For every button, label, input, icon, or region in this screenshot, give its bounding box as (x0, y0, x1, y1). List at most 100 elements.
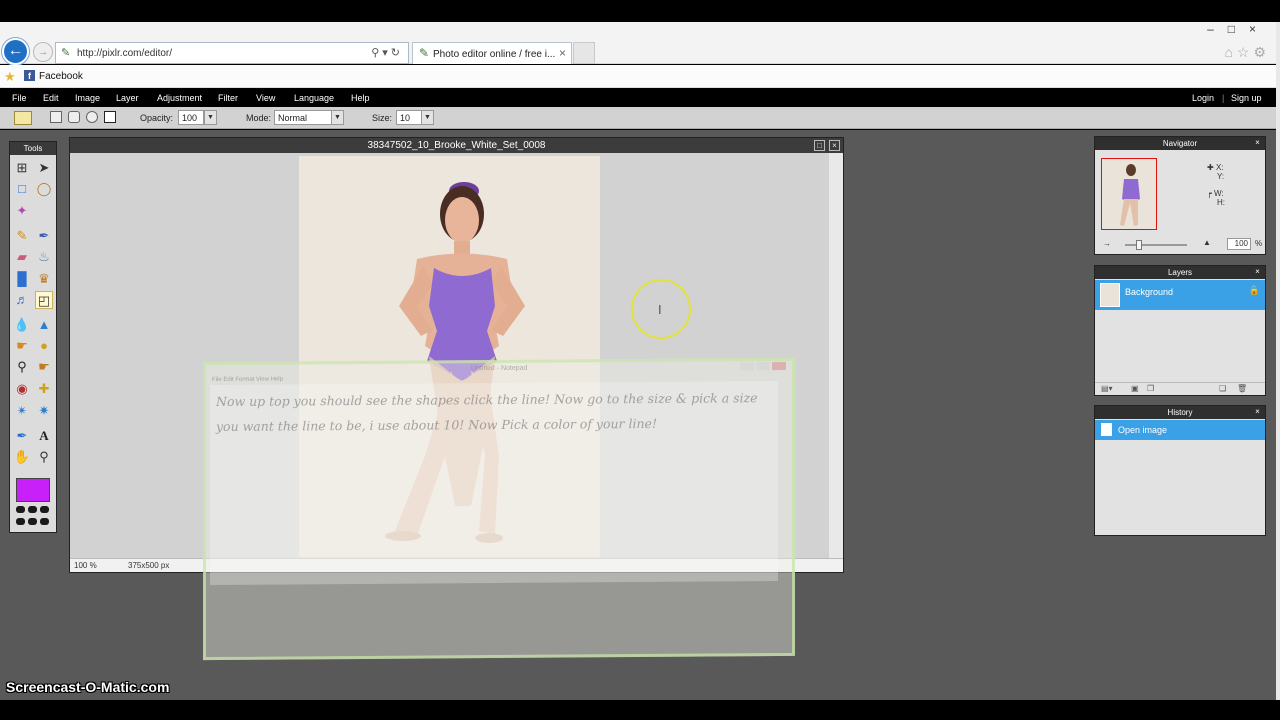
history-header: History × (1095, 406, 1265, 419)
navigator-close-icon[interactable]: × (1253, 138, 1262, 147)
size-input[interactable]: 10 (396, 110, 422, 125)
forward-button[interactable]: → (33, 42, 53, 62)
opacity-input[interactable]: 100 (178, 110, 204, 125)
sharpen-icon[interactable]: ▲ (35, 316, 53, 334)
mode-dropdown-icon[interactable]: ▼ (331, 110, 344, 125)
zoom-slider-track[interactable] (1125, 244, 1187, 246)
favorites-star-icon[interactable]: ★ (4, 69, 16, 85)
search-refresh-icons[interactable]: ⚲▾↻ (371, 46, 403, 59)
type-icon[interactable]: A (35, 427, 53, 445)
image-window-titlebar[interactable]: 38347502_10_Brooke_White_Set_0008 □ × (70, 138, 843, 153)
blur-icon[interactable]: 💧 (13, 316, 31, 334)
opacity-label: Opacity: (140, 113, 174, 123)
w-label: W: (1214, 189, 1224, 198)
image-dimensions: 375x500 px (128, 561, 170, 570)
menu-edit[interactable]: Edit (43, 93, 59, 103)
pencil-icon[interactable]: ✎ (13, 227, 31, 245)
menu-adjustment[interactable]: Adjustment (157, 93, 202, 103)
menu-file[interactable]: File (12, 93, 27, 103)
color-replace-icon[interactable]: ♬ (13, 291, 31, 309)
back-button[interactable]: ← (2, 38, 29, 65)
signup-link[interactable]: Sign up (1231, 93, 1262, 103)
browser-toolbar: ← → ✎ http://pixlr.com/editor/ ⚲▾↻ ✎ Pho… (0, 22, 1276, 65)
mode-select[interactable]: Normal (274, 110, 332, 125)
address-bar[interactable]: ✎ http://pixlr.com/editor/ ⚲▾↻ (55, 42, 409, 64)
history-title: History (1167, 408, 1193, 417)
tab-close-icon[interactable]: × (559, 46, 566, 60)
shapes-icon[interactable]: ◰ (35, 291, 53, 309)
tools-panel: Tools ⊞ ➤ □ ◯ ✦ ✎ ✒ ▰ ♨ █ ♛ ♬ ◰ 💧 ▲ ☛ ● … (9, 141, 57, 533)
eraser-icon[interactable]: ▰ (13, 248, 31, 266)
opacity-dropdown-icon[interactable]: ▼ (204, 110, 217, 125)
new-tab-button[interactable] (573, 42, 595, 64)
crosshair-icon: ✚ (1207, 163, 1216, 172)
menu-bar: File Edit Image Layer Adjustment Filter … (0, 88, 1276, 107)
menu-layer[interactable]: Layer (116, 93, 139, 103)
tab-title: Photo editor online / free i... (433, 49, 556, 60)
zoom-icon[interactable]: ⚲ (35, 448, 53, 466)
history-close-icon[interactable]: × (1253, 407, 1262, 416)
color-picker-icon[interactable]: ✒ (13, 427, 31, 445)
size-dropdown-icon[interactable]: ▼ (421, 110, 434, 125)
sponge-icon[interactable]: ● (35, 337, 53, 355)
lock-icon: 🔒 (1248, 285, 1260, 295)
move-icon[interactable]: ➤ (35, 159, 53, 177)
layer-mask-icon[interactable]: ▣ (1131, 384, 1139, 393)
menu-view[interactable]: View (256, 93, 275, 103)
clone-stamp-icon[interactable]: ♛ (35, 270, 53, 288)
lasso-icon[interactable]: ◯ (35, 180, 53, 198)
bloat-icon[interactable]: ✴ (13, 402, 31, 420)
menu-language[interactable]: Language (294, 93, 334, 103)
zoom-in-icon[interactable]: ▲ (1203, 238, 1211, 247)
history-item-open-image[interactable]: Open image (1095, 420, 1265, 440)
shape-rectangle-icon[interactable] (50, 111, 62, 123)
size-label: Size: (372, 113, 393, 123)
magic-wand-icon[interactable]: ✦ (13, 202, 31, 220)
close-icon[interactable]: × (829, 140, 840, 151)
dodge-icon[interactable]: ⚲ (13, 358, 31, 376)
home-favorites-settings-icons[interactable]: ⌂☆⚙ (1224, 44, 1270, 61)
spot-heal-icon[interactable]: ✚ (35, 380, 53, 398)
layers-close-icon[interactable]: × (1253, 267, 1262, 276)
layer-item-background[interactable]: Background 🔒 (1095, 280, 1265, 310)
favorites-bar: ★ f Facebook (0, 65, 1276, 88)
brush-icon[interactable]: ✒ (35, 227, 53, 245)
gradient-icon[interactable]: █ (13, 270, 31, 288)
menu-help[interactable]: Help (351, 93, 370, 103)
navigator-zoom-input[interactable]: 100 (1227, 238, 1251, 250)
hand-icon[interactable]: ✋ (13, 448, 31, 466)
zoom-out-icon[interactable]: → (1103, 239, 1111, 248)
favorite-facebook[interactable]: Facebook (39, 71, 83, 82)
browser-tab[interactable]: ✎ Photo editor online / free i... × (412, 42, 572, 64)
swatch-controls[interactable] (16, 506, 52, 530)
shape-line-icon[interactable] (104, 111, 116, 123)
thumbnail-image (1120, 164, 1140, 226)
shape-rounded-rect-icon[interactable] (68, 111, 80, 123)
bounds-icon: ┍ (1207, 189, 1215, 198)
red-eye-icon[interactable]: ◉ (13, 380, 31, 398)
layer-duplicate-icon[interactable]: ❐ (1147, 384, 1154, 393)
login-link[interactable]: Login (1192, 93, 1214, 103)
image-scrollbar[interactable] (829, 153, 843, 558)
page-scrollbar[interactable] (1276, 22, 1280, 700)
layer-settings-icon[interactable]: ▤▾ (1101, 384, 1113, 393)
marquee-icon[interactable]: □ (13, 180, 31, 198)
zoom-slider-handle[interactable] (1136, 240, 1142, 250)
menu-image[interactable]: Image (75, 93, 100, 103)
shape-ellipse-icon[interactable] (86, 111, 98, 123)
crop-icon[interactable]: ⊞ (13, 159, 31, 177)
burn-icon[interactable]: ☛ (35, 358, 53, 376)
smudge-icon[interactable]: ☛ (13, 337, 31, 355)
pinch-icon[interactable]: ✷ (35, 402, 53, 420)
maximize-icon[interactable]: □ (814, 140, 825, 151)
new-layer-icon[interactable]: ❏ (1219, 384, 1226, 393)
navigator-zoom: → ▲ 100 % (1099, 238, 1263, 252)
menu-filter[interactable]: Filter (218, 93, 238, 103)
zoom-level[interactable]: 100 % (74, 561, 97, 570)
navigator-info: ✚ X: Y: ┍ W: H: (1207, 163, 1225, 207)
window-controls[interactable]: –□× (1207, 22, 1270, 36)
delete-layer-icon[interactable]: 🗑 (1237, 384, 1247, 393)
paint-bucket-icon[interactable]: ♨ (35, 248, 53, 266)
foreground-color-swatch[interactable] (16, 478, 50, 502)
navigator-thumbnail[interactable] (1101, 158, 1157, 230)
